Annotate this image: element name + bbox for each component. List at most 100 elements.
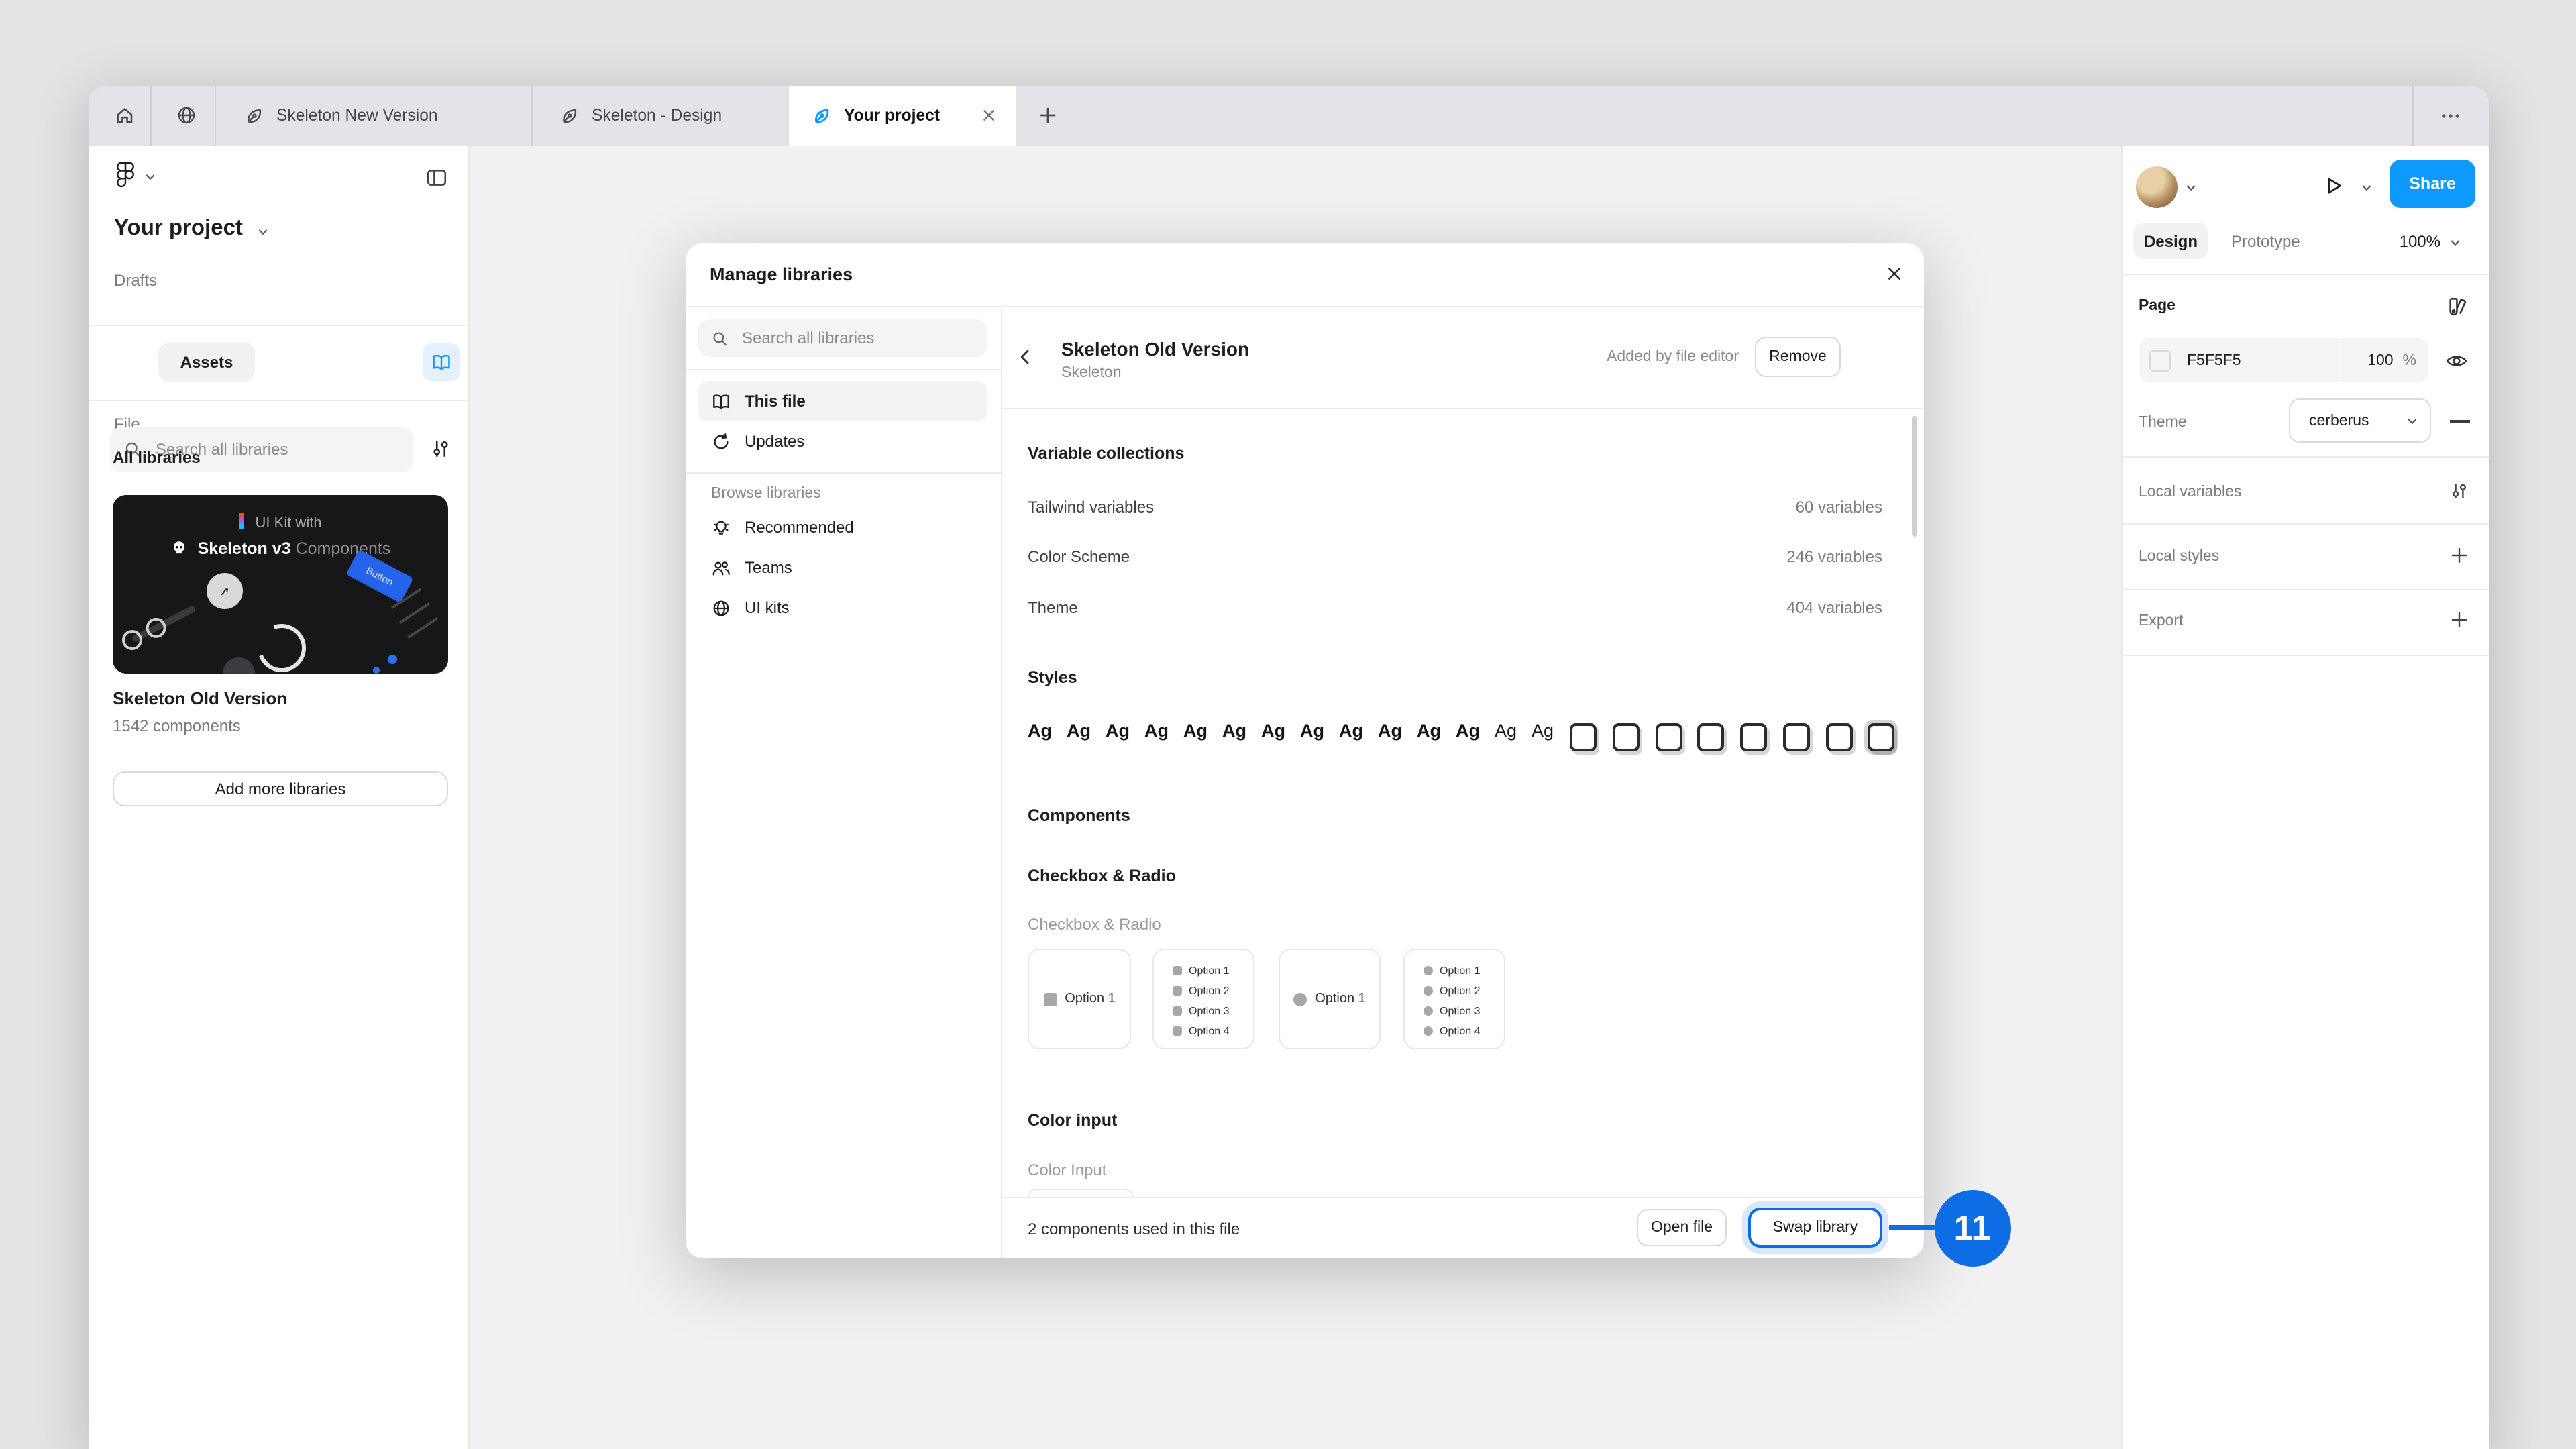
file-tab-icon: [559, 105, 580, 125]
modal-scrollbar[interactable]: [1911, 416, 1917, 537]
open-book-icon: [431, 352, 452, 373]
home-button[interactable]: [98, 85, 150, 146]
style-sample[interactable]: Ag: [1417, 720, 1441, 741]
chevron-down-icon[interactable]: [145, 172, 156, 182]
divider: [88, 325, 468, 326]
style-sample[interactable]: Ag: [1456, 720, 1480, 741]
close-tab-icon[interactable]: [979, 106, 998, 125]
swap-library-button[interactable]: Swap library: [1748, 1208, 1882, 1248]
ellipsis-icon: [2439, 104, 2462, 127]
swatchbook-icon[interactable]: [2447, 294, 2470, 317]
share-button[interactable]: Share: [2390, 159, 2475, 208]
collection-name: Theme: [1028, 598, 1078, 617]
screen: Skeleton New Version Skeleton - Design Y…: [0, 0, 2576, 1449]
tab-assets-active[interactable]: Assets: [158, 342, 255, 382]
add-plus-icon[interactable]: [2449, 544, 2470, 566]
library-title[interactable]: Skeleton Old Version: [113, 688, 287, 708]
style-sample[interactable]: Ag: [1300, 720, 1324, 741]
opacity-unit: %: [2403, 352, 2416, 368]
opacity-value[interactable]: 100: [2367, 352, 2393, 368]
component-card-radio-group[interactable]: Option 1 Option 2 Option 3 Option 4: [1403, 949, 1505, 1049]
nav-teams[interactable]: Teams: [698, 547, 987, 588]
chevron-down-icon[interactable]: [2450, 237, 2461, 248]
thumb-deco-slider: [118, 594, 207, 653]
filter-sliders-icon[interactable]: [429, 437, 452, 460]
nav-ui-kits[interactable]: UI kits: [698, 588, 987, 628]
color-style-chip[interactable]: [1825, 722, 1852, 751]
minus-icon[interactable]: [2450, 419, 2470, 422]
style-sample[interactable]: Ag: [1144, 720, 1169, 741]
color-style-chip[interactable]: [1570, 722, 1597, 751]
open-file-button[interactable]: Open file: [1637, 1209, 1727, 1246]
style-sample[interactable]: Ag: [1067, 720, 1091, 741]
project-title[interactable]: Your project: [114, 216, 243, 241]
checkbox-glyph: [1043, 992, 1057, 1006]
library-thumbnail[interactable]: UI Kit with Skeleton v3 Components Butto…: [113, 495, 448, 674]
color-style-chip[interactable]: [1740, 722, 1767, 751]
library-button[interactable]: [423, 343, 460, 381]
color-style-chip[interactable]: [1698, 722, 1725, 751]
style-sample[interactable]: Ag: [1261, 720, 1285, 741]
style-sample[interactable]: Ag: [1378, 720, 1402, 741]
color-style-chip[interactable]: [1613, 722, 1640, 751]
divider: [1000, 408, 1923, 409]
chevron-down-icon[interactable]: [2361, 182, 2372, 193]
close-icon[interactable]: [1884, 263, 1905, 284]
checkbox-glyph: [1173, 966, 1182, 975]
plus-icon: [1037, 105, 1059, 126]
nav-this-file-active[interactable]: This file: [698, 381, 987, 421]
chevron-down-icon[interactable]: [257, 226, 268, 237]
fill-color-field[interactable]: F5F5F5: [2139, 338, 2338, 382]
color-style-chip[interactable]: [1868, 722, 1895, 751]
zoom-level[interactable]: 100%: [2385, 232, 2440, 251]
theme-dropdown[interactable]: cerberus: [2289, 398, 2431, 443]
style-sample[interactable]: Ag: [1028, 720, 1052, 741]
style-sample[interactable]: Ag: [1106, 720, 1130, 741]
present-play-icon[interactable]: [2322, 174, 2345, 197]
community-button[interactable]: [160, 85, 213, 146]
main-menu-button[interactable]: [115, 161, 136, 191]
component-card-checkbox-single[interactable]: Option 1: [1028, 949, 1131, 1049]
local-variables-label: Local variables: [2139, 484, 2241, 500]
style-sample[interactable]: Ag: [1222, 720, 1246, 741]
component-card-radio-single[interactable]: Option 1: [1279, 949, 1381, 1049]
panel-toggle-icon[interactable]: [425, 166, 448, 189]
export-label: Export: [2139, 613, 2184, 629]
eye-icon[interactable]: [2445, 349, 2469, 373]
style-sample[interactable]: Ag: [1339, 720, 1363, 741]
tab-your-project-active[interactable]: Your project: [789, 85, 1016, 146]
add-more-libraries-button[interactable]: Add more libraries: [113, 771, 448, 806]
nav-recommended[interactable]: Recommended: [698, 507, 987, 547]
component-card-checkbox-group[interactable]: Option 1 Option 2 Option 3 Option 4: [1152, 949, 1254, 1049]
avatar[interactable]: [2136, 166, 2178, 208]
thumb-deco-spinner: [250, 616, 314, 674]
modal-search-input[interactable]: [739, 327, 974, 349]
style-sample[interactable]: Ag: [1532, 720, 1554, 741]
callout-connector-line: [1889, 1226, 1935, 1230]
back-chevron-icon[interactable]: [1014, 346, 1036, 368]
thumb-deco-dot: [373, 667, 380, 674]
color-style-chip[interactable]: [1655, 722, 1682, 751]
color-swatch[interactable]: [2149, 350, 2171, 371]
remove-button[interactable]: Remove: [1755, 337, 1841, 377]
color-style-chip[interactable]: [1783, 722, 1810, 751]
window-menu-button[interactable]: [2425, 85, 2476, 146]
style-sample[interactable]: Ag: [1495, 720, 1517, 741]
nav-updates[interactable]: Updates: [698, 421, 987, 462]
figma-window: Skeleton New Version Skeleton - Design Y…: [88, 85, 2489, 1449]
tab-design-active[interactable]: Design: [2133, 223, 2208, 259]
style-sample[interactable]: Ag: [1183, 720, 1208, 741]
modal-search[interactable]: [698, 319, 987, 357]
radio-glyph: [1424, 966, 1433, 975]
filter-sliders-icon[interactable]: [2449, 480, 2470, 501]
thumb-deco-circle: [223, 657, 255, 674]
figma-logo-icon: [115, 161, 136, 191]
tab-skeleton-new-version[interactable]: Skeleton New Version: [215, 85, 531, 146]
new-tab-button[interactable]: [1026, 85, 1069, 146]
tab-skeleton-design[interactable]: Skeleton - Design: [531, 85, 789, 146]
fill-hex-value[interactable]: F5F5F5: [2187, 352, 2241, 368]
tab-prototype[interactable]: Prototype: [2231, 232, 2300, 251]
chevron-down-icon[interactable]: [2186, 182, 2196, 193]
add-plus-icon[interactable]: [2449, 609, 2470, 631]
fill-opacity-field[interactable]: 100 %: [2340, 338, 2428, 382]
